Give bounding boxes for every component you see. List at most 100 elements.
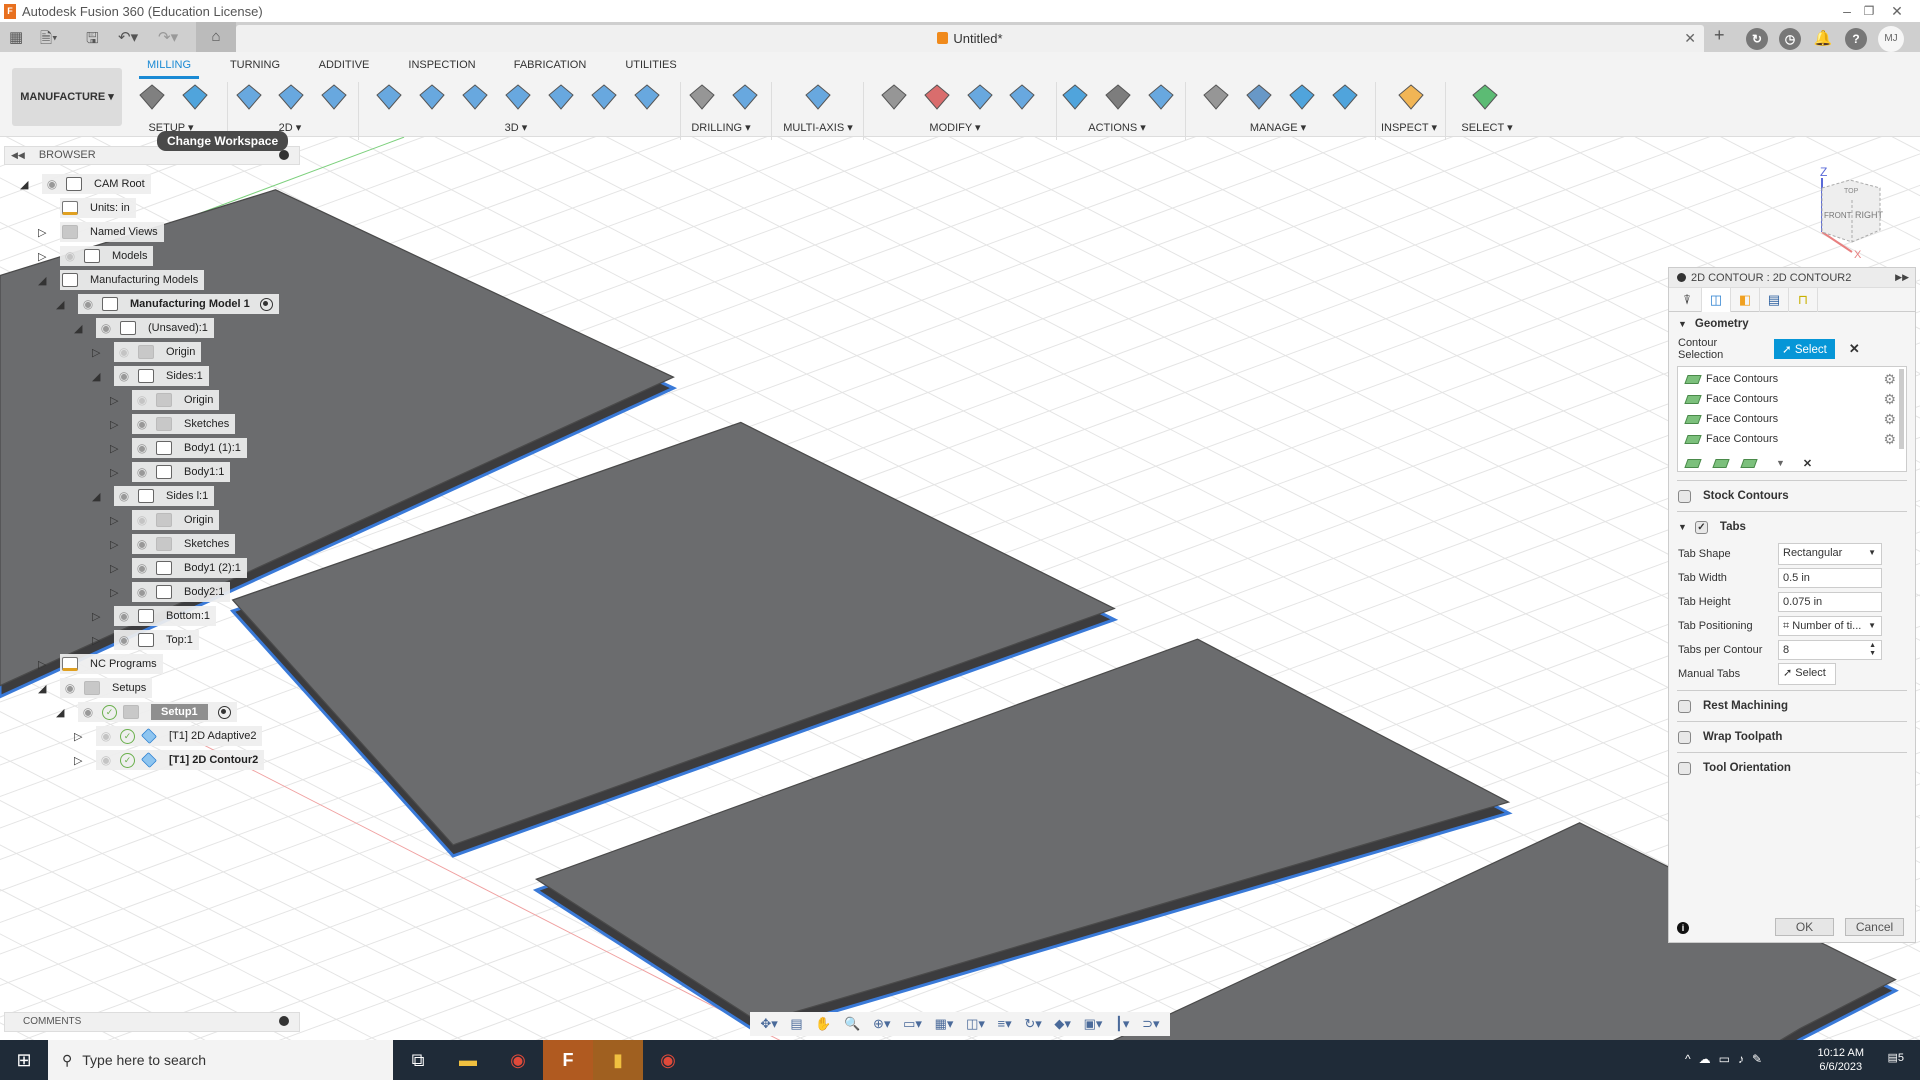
- post-library-icon[interactable]: [1287, 82, 1317, 112]
- collapse-arrow-icon[interactable]: ◢: [56, 706, 70, 719]
- browser-node[interactable]: ▷ ◉ Origin: [110, 390, 220, 410]
- browser-node[interactable]: ▷ Named Views: [38, 222, 164, 242]
- app-grid-icon[interactable]: ▦: [9, 28, 23, 46]
- viewcube-right[interactable]: RIGHT: [1855, 210, 1884, 220]
- manual-tabs-select-button[interactable]: ➚ Select: [1778, 663, 1836, 685]
- browser-node[interactable]: ◢ ◉ Sides:1: [92, 366, 209, 386]
- expand-dialog-icon[interactable]: ▶▶: [1895, 272, 1909, 283]
- browser-node[interactable]: ◢ ◉ ✓ Setup1: [56, 702, 237, 722]
- rest-machining-checkbox[interactable]: [1678, 699, 1691, 713]
- tab-additive[interactable]: ADDITIVE: [319, 59, 370, 71]
- taskbar-search[interactable]: ⚲ Type here to search: [48, 1040, 393, 1080]
- activate-target-icon[interactable]: [259, 297, 273, 311]
- collapse-arrow-icon[interactable]: ◢: [74, 322, 88, 335]
- files-icon[interactable]: ▮: [593, 1040, 643, 1080]
- close-button[interactable]: ✕: [1874, 0, 1920, 22]
- post-process-icon[interactable]: [1146, 82, 1176, 112]
- expand-arrow-icon[interactable]: ▷: [74, 754, 88, 767]
- wrap-toolpath-checkbox[interactable]: [1678, 730, 1691, 744]
- nc-program-icon[interactable]: [180, 82, 210, 112]
- tab-inspection[interactable]: INSPECTION: [408, 59, 475, 71]
- tab-fabrication[interactable]: FABRICATION: [514, 59, 587, 71]
- fit-icon[interactable]: ⊕▾: [873, 1016, 890, 1032]
- expand-arrow-icon[interactable]: ▷: [110, 538, 124, 551]
- user-avatar[interactable]: MJ: [1878, 26, 1904, 52]
- visibility-eye-icon[interactable]: ◉: [44, 177, 60, 191]
- expand-arrow-icon[interactable]: ▷: [38, 226, 52, 239]
- hidden-eye-icon[interactable]: ◉: [134, 393, 150, 407]
- browser-node[interactable]: ◢ Manufacturing Models: [38, 270, 205, 290]
- group-actions-menu[interactable]: ACTIONS ▾: [1088, 121, 1145, 134]
- browser-node[interactable]: ▷ ◉ Body1 (2):1: [110, 558, 247, 578]
- visibility-eye-icon[interactable]: ◉: [134, 417, 150, 431]
- help-icon[interactable]: ?: [1845, 28, 1867, 50]
- stock-contours-checkbox[interactable]: [1678, 489, 1691, 503]
- pan-icon[interactable]: ✋: [815, 1016, 831, 1032]
- browser-node[interactable]: ▷ ◉ Origin: [92, 342, 202, 362]
- tool-orientation-checkbox[interactable]: [1678, 761, 1691, 775]
- file-explorer-icon[interactable]: ▬: [443, 1040, 493, 1080]
- add-comment-icon[interactable]: [279, 1016, 289, 1026]
- chrome-icon[interactable]: ◉: [493, 1040, 543, 1080]
- visibility-eye-icon[interactable]: ◉: [80, 297, 96, 311]
- tab-shape-select[interactable]: Rectangular ▼: [1778, 543, 1882, 565]
- measure-icon[interactable]: [1396, 82, 1426, 112]
- tab-milling[interactable]: MILLING: [138, 59, 200, 79]
- group-manage-menu[interactable]: MANAGE ▾: [1250, 121, 1306, 134]
- browser-node[interactable]: ◢ ◉ Manufacturing Model 1: [56, 294, 279, 314]
- expand-arrow-icon[interactable]: ▷: [110, 442, 124, 455]
- browser-node[interactable]: ▷ ◉ ✓ [T1] 2D Contour2: [74, 750, 265, 770]
- collapse-arrow-icon[interactable]: ◢: [92, 490, 106, 503]
- new-tab-icon[interactable]: +: [1714, 25, 1725, 46]
- visibility-eye-icon[interactable]: ◉: [98, 321, 114, 335]
- list-scrollbar[interactable]: [1899, 369, 1904, 449]
- gear-icon[interactable]: ⚙: [1883, 371, 1896, 388]
- browser-node[interactable]: ▷ ◉ Sketches: [110, 414, 236, 434]
- notification-center-icon[interactable]: ▤5: [1887, 1051, 1904, 1064]
- browser-node[interactable]: ▷ ◉ Body2:1: [110, 582, 231, 602]
- browser-node[interactable]: ▷ ◉ Models: [38, 246, 154, 266]
- fusion-taskbar-icon[interactable]: F: [543, 1040, 593, 1080]
- gear-icon[interactable]: ⚙: [1883, 391, 1896, 408]
- expand-arrow-icon[interactable]: ▷: [110, 418, 124, 431]
- browser-node[interactable]: ▷ ◉ ✓ [T1] 2D Adaptive2: [74, 726, 263, 746]
- tab-geometry[interactable]: ◫: [1702, 288, 1731, 312]
- wrap-toolpath-toggle[interactable]: Wrap Toolpath: [1669, 722, 1915, 752]
- group-inspect-menu[interactable]: INSPECT ▾: [1381, 121, 1437, 134]
- visibility-eye-icon[interactable]: ◉: [134, 441, 150, 455]
- hidden-eye-icon[interactable]: ◉: [116, 345, 132, 359]
- visibility-eye-icon[interactable]: ◉: [80, 705, 96, 719]
- look-at-icon[interactable]: ▤: [790, 1016, 802, 1032]
- ok-button[interactable]: OK: [1775, 918, 1834, 936]
- rest-machining-toggle[interactable]: Rest Machining: [1669, 691, 1915, 721]
- tab-tool[interactable]: ⍒: [1673, 288, 1702, 312]
- hidden-eye-icon[interactable]: ◉: [98, 753, 114, 767]
- browser-node[interactable]: ▷ ◉ Body1:1: [110, 462, 231, 482]
- display-settings-icon[interactable]: ▭▾: [903, 1016, 922, 1032]
- tool-library-icon[interactable]: [1201, 82, 1231, 112]
- delete-toolpath-icon[interactable]: [922, 82, 952, 112]
- visibility-eye-icon[interactable]: ◉: [116, 369, 132, 383]
- tab-width-input[interactable]: 0.5 in: [1778, 568, 1882, 588]
- visibility-eye-icon[interactable]: ◉: [134, 561, 150, 575]
- tabs-checkbox[interactable]: ✓: [1694, 520, 1708, 534]
- stock-contours-toggle[interactable]: Stock Contours: [1669, 481, 1915, 511]
- notifications-icon[interactable]: 🔔: [1812, 28, 1834, 50]
- expand-arrow-icon[interactable]: ▷: [38, 250, 52, 263]
- viewcube-front[interactable]: FRONT: [1824, 211, 1852, 220]
- steep-shallow-icon[interactable]: [460, 82, 490, 112]
- orbit-icon[interactable]: ✥▾: [760, 1016, 777, 1032]
- contour-list-item[interactable]: Face Contours ⚙: [1678, 409, 1906, 429]
- contour-list-item[interactable]: Face Contours ⚙: [1678, 369, 1906, 389]
- redo-icon[interactable]: ↷▾: [158, 28, 178, 46]
- expand-arrow-icon[interactable]: ▷: [92, 346, 106, 359]
- collapse-arrow-icon[interactable]: ◢: [20, 178, 34, 191]
- visibility-eye-icon[interactable]: ◉: [62, 681, 78, 695]
- tabs-section[interactable]: ▼ ✓ Tabs: [1669, 512, 1915, 542]
- browser-node[interactable]: ▷ ◉ Origin: [110, 510, 220, 530]
- machine-library-icon[interactable]: [1244, 82, 1274, 112]
- zoom-icon[interactable]: 🔍: [844, 1016, 860, 1032]
- expand-arrow-icon[interactable]: ▷: [110, 394, 124, 407]
- system-clock[interactable]: 10:12 AM 6/6/2023: [1818, 1046, 1864, 1074]
- visibility-eye-icon[interactable]: ◉: [116, 633, 132, 647]
